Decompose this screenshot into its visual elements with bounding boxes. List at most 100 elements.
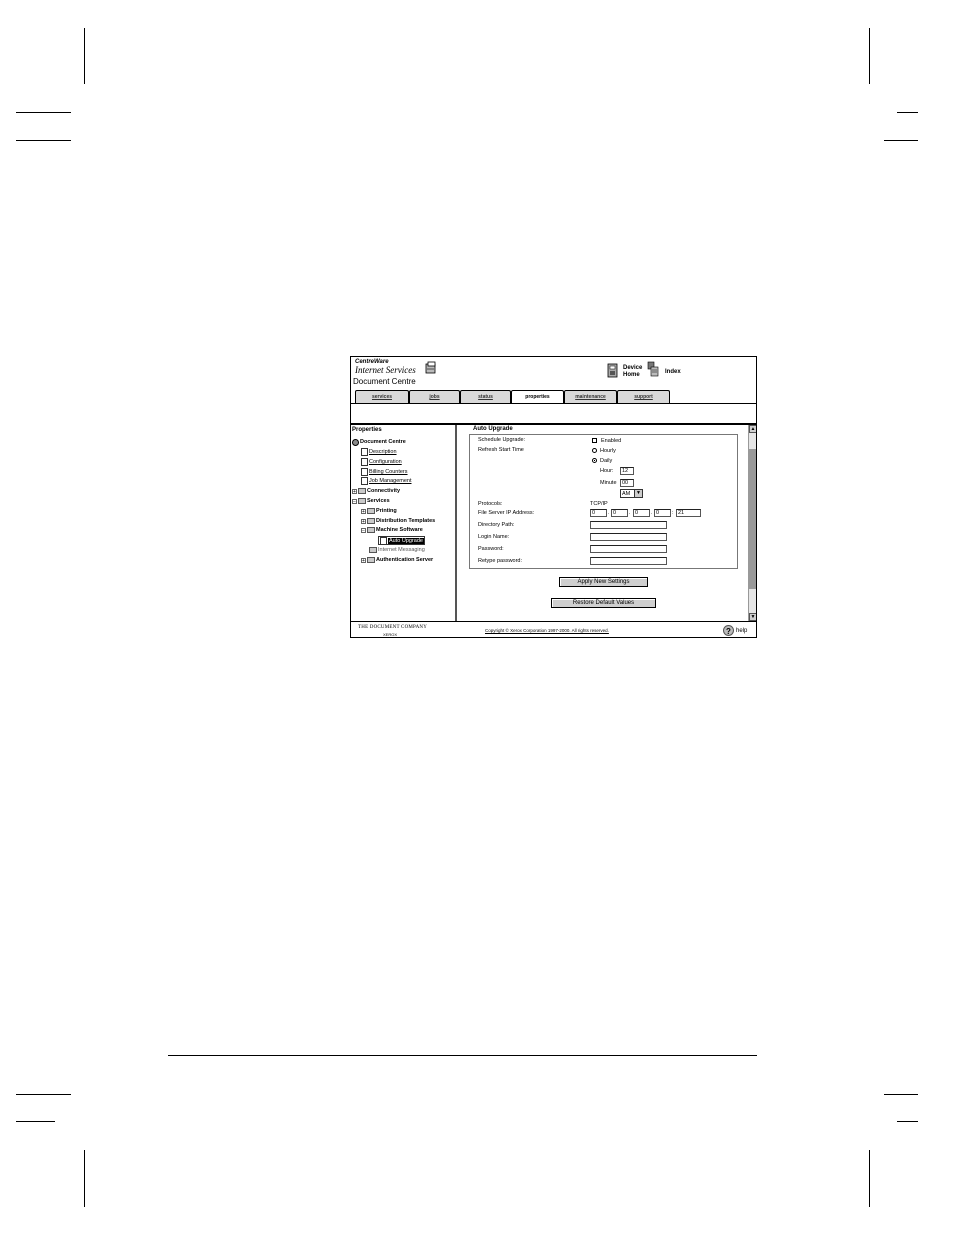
device-home-icon[interactable] [607,363,619,379]
hourly-label: Hourly [600,448,616,454]
hour-label: Hour: [600,468,614,474]
auto-upgrade-pane: Auto Upgrade Schedule Upgrade: Enabled R… [457,425,756,621]
device-title: Document Centre [353,377,416,386]
tree-item-connectivity[interactable]: + Connectivity [352,487,400,495]
tree-item-printing[interactable]: + Printing [361,507,397,515]
tab-properties[interactable]: properties [511,390,564,404]
expand-plus-icon[interactable]: + [361,518,366,524]
folder-icon [367,518,375,524]
ip-octet-4-input[interactable]: 0 [654,509,671,517]
ip-separator: : [672,510,674,516]
tree-heading: Properties [352,427,382,433]
copyright-link[interactable]: Copyright © Xerox Corporation 1997-2000.… [485,628,609,633]
tree-item-billing-counters[interactable]: Billing Counters [361,468,408,476]
crop-mark [869,1150,870,1207]
tab-services[interactable]: services [355,390,409,403]
schedule-upgrade-label: Schedule Upgrade: [478,437,526,443]
folder-icon [358,498,366,504]
company-logo-text: THE DOCUMENT COMPANY [358,625,428,630]
tree-item-description[interactable]: Description [361,448,397,456]
tab-maintenance[interactable]: maintenance [564,390,617,403]
retype-password-label: Retype password: [478,558,523,564]
file-server-ip-label: File Server IP Address: [478,510,535,516]
crop-mark [897,1121,918,1122]
ip-octet-3-input[interactable]: 0 [633,509,650,517]
ip-separator: . [629,510,631,516]
login-name-label: Login Name: [478,534,510,540]
retype-password-input[interactable] [590,557,667,565]
directory-path-label: Directory Path: [478,522,515,528]
collapse-minus-icon[interactable]: − [361,527,366,533]
tab-baseline [351,403,756,404]
tree-item-authentication-server[interactable]: + Authentication Server [361,556,433,564]
minute-input[interactable]: 00 [620,479,634,487]
crop-mark [869,28,870,84]
document-icon [361,448,368,456]
footer-rule [168,1055,757,1056]
help-icon[interactable]: ? [723,625,734,636]
tree-item-machine-software[interactable]: − Machine Software [361,526,423,534]
tree-item-internet-messaging[interactable]: Internet Messaging [369,546,425,554]
index-icon[interactable] [647,361,659,377]
daily-label: Daily [600,458,613,464]
tree-item-auto-upgrade[interactable]: Auto Upgrade [378,536,425,545]
crop-mark [16,140,71,141]
page-footer: THE DOCUMENT COMPANY XEROX Copyright © X… [351,621,756,637]
tree-item-configuration[interactable]: Configuration [361,458,402,466]
crop-mark [16,1094,71,1095]
tree-item-document-centre[interactable]: Document Centre [352,438,406,446]
auto-upgrade-fieldset: Schedule Upgrade: Enabled Refresh Start … [469,434,738,569]
document-icon [361,477,368,485]
directory-path-input[interactable] [590,521,667,529]
document-icon [380,537,387,545]
ampm-select[interactable]: AM ▼ [620,489,643,498]
hourly-radio[interactable] [592,448,597,453]
properties-tree-pane: Properties Document Centre Description C… [351,425,457,621]
crop-mark [16,1121,55,1122]
vertical-scrollbar[interactable]: ▲ ▼ [748,425,756,621]
tree-item-services[interactable]: − Services [352,497,390,505]
scroll-down-icon[interactable]: ▼ [749,613,756,621]
globe-icon [352,438,359,446]
crop-mark [84,1150,85,1207]
scroll-thumb[interactable] [749,449,756,589]
ip-octet-1-input[interactable]: 0 [590,509,607,517]
browser-screenshot: CentreWare Internet Services Document Ce… [350,356,757,638]
folder-icon [358,488,366,494]
index-link[interactable]: Index [665,369,681,376]
enabled-label: Enabled [601,438,622,444]
device-home-link[interactable]: Device Home [623,365,642,379]
login-name-input[interactable] [590,533,667,541]
enabled-checkbox[interactable] [592,438,597,443]
crop-mark [84,28,85,84]
daily-radio[interactable] [592,458,597,463]
crop-mark [884,1094,918,1095]
expand-plus-icon[interactable]: + [361,557,366,563]
expand-plus-icon[interactable]: + [352,488,357,494]
collapse-minus-icon[interactable]: − [352,498,357,504]
expand-plus-icon[interactable]: + [361,508,366,514]
ampm-value: AM [622,491,631,497]
protocols-label: Protocols: [478,501,503,507]
crop-mark [897,112,918,113]
document-icon [361,468,368,476]
help-link[interactable]: help [736,628,747,634]
chevron-down-icon[interactable]: ▼ [634,490,642,497]
tab-support[interactable]: support [617,390,670,403]
apply-new-settings-button[interactable]: Apply New Settings [559,577,648,587]
ip-octet-2-input[interactable]: 0 [611,509,628,517]
tab-jobs[interactable]: jobs [409,390,460,403]
restore-default-values-button[interactable]: Restore Default Values [551,598,656,608]
password-input[interactable] [590,545,667,553]
crop-mark [16,112,71,113]
tree-item-job-management[interactable]: Job Management [361,477,412,485]
tab-status[interactable]: status [460,390,511,403]
hour-input[interactable]: 12 [620,467,634,475]
brand-internet-services: Internet Services [355,365,416,375]
ip-port-input[interactable]: 21 [676,509,701,517]
folder-icon [367,508,375,514]
document-icon [361,458,368,466]
tree-item-distribution-templates[interactable]: + Distribution Templates [361,517,435,525]
device-home-line-2: Home [623,372,640,378]
scroll-up-icon[interactable]: ▲ [749,425,756,433]
